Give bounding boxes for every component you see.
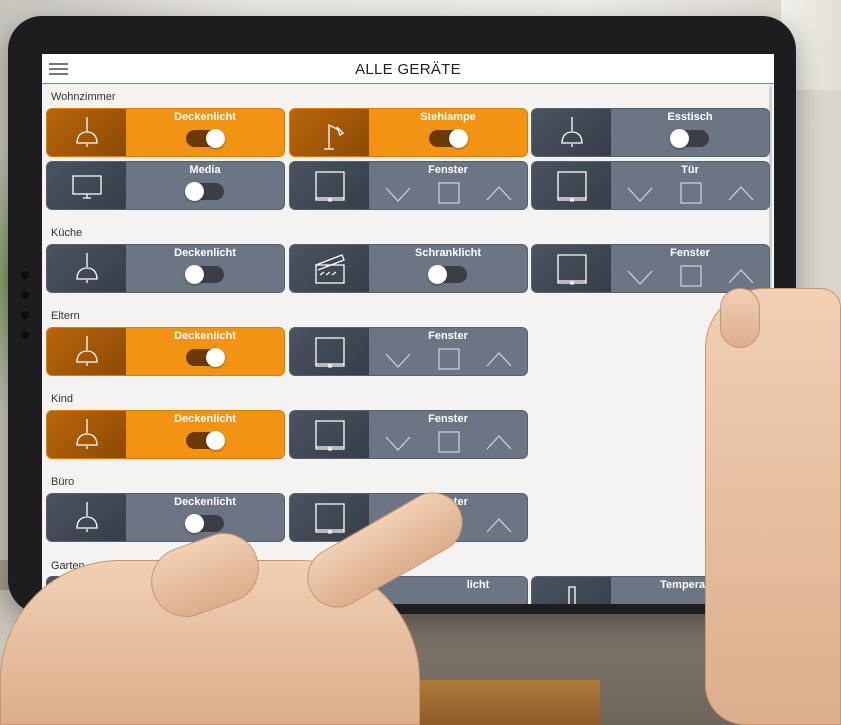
section-title-kind: Kind [51, 393, 74, 405]
camera-dot [21, 331, 29, 339]
window-icon [290, 162, 369, 209]
chevron-down-icon[interactable] [625, 263, 655, 289]
ceiling-lamp-icon [47, 245, 126, 292]
device-label: Deckenlicht [174, 496, 236, 508]
section-title-eltern: Eltern [51, 310, 80, 322]
floor-lamp-icon [290, 109, 369, 156]
ceiling-lamp-icon [47, 411, 126, 458]
device-toggle[interactable] [185, 182, 224, 201]
device-toggle[interactable] [186, 431, 225, 450]
device-label: Fenster [428, 330, 468, 342]
device-label: Schranklicht [414, 247, 482, 259]
device-tile-buero-deckenlicht[interactable]: Deckenlicht [46, 493, 285, 542]
blind-tile-eltern-fenster[interactable]: Fenster [289, 327, 528, 376]
thermometer-icon [532, 577, 611, 604]
device-label: Deckenlicht [174, 413, 236, 425]
device-tile-kind-deckenlicht[interactable]: Deckenlicht [46, 410, 285, 459]
app-header: ALLE GERÄTE [42, 54, 774, 84]
device-label: Deckenlicht [174, 111, 236, 123]
section-title-wohnzimmer: Wohnzimmer [51, 91, 116, 103]
blind-tile-kueche-fenster[interactable]: Fenster [531, 244, 770, 293]
chevron-up-icon[interactable] [726, 180, 756, 206]
device-label: Deckenlicht [174, 247, 236, 259]
chevron-up-icon[interactable] [726, 263, 756, 289]
device-tile-kueche-deckenlicht[interactable]: Deckenlicht [46, 244, 285, 293]
camera-dot [21, 271, 29, 279]
device-label: Fenster [428, 164, 468, 176]
tv-icon [47, 162, 126, 209]
device-tile-kueche-schranklicht[interactable]: Schranklicht [289, 244, 528, 293]
ceiling-lamp-icon [47, 328, 126, 375]
stop-square-icon[interactable] [434, 346, 464, 372]
device-tile-eltern-deckenlicht[interactable]: Deckenlicht [46, 327, 285, 376]
cabinet-light-icon [290, 245, 369, 292]
page-title: ALLE GERÄTE [355, 61, 461, 78]
chevron-down-icon[interactable] [625, 180, 655, 206]
section-title-kueche: Küche [51, 227, 83, 239]
device-tile-wohnzimmer-media[interactable]: Media [46, 161, 285, 210]
camera-dot [21, 291, 29, 299]
ceiling-lamp-icon [47, 494, 126, 541]
chevron-up-icon[interactable] [484, 180, 514, 206]
device-tile-wohnzimmer-stehlampe[interactable]: Stehlampe [289, 108, 528, 157]
chevron-down-icon[interactable] [383, 429, 413, 455]
right-hand [705, 288, 841, 725]
device-label: Deckenlicht [174, 330, 236, 342]
right-thumb [720, 288, 760, 348]
device-toggle[interactable] [670, 129, 709, 148]
ceiling-lamp-icon [47, 109, 126, 156]
stop-square-icon[interactable] [676, 180, 706, 206]
device-toggle[interactable] [428, 265, 467, 284]
device-toggle[interactable] [186, 129, 225, 148]
device-label: Stehlampe [420, 111, 476, 123]
blind-tile-wohnzimmer-fenster[interactable]: Fenster [289, 161, 528, 210]
window-icon [532, 162, 611, 209]
chevron-up-icon[interactable] [484, 346, 514, 372]
device-label: licht [466, 579, 490, 591]
blind-tile-wohnzimmer-tuer[interactable]: Tür [531, 161, 770, 210]
device-label: Media [189, 164, 221, 176]
window-icon [290, 411, 369, 458]
device-toggle[interactable] [186, 348, 225, 367]
chevron-down-icon[interactable] [383, 346, 413, 372]
chevron-up-icon[interactable] [484, 512, 514, 538]
device-toggle[interactable] [429, 129, 468, 148]
device-tile-wohnzimmer-esstisch[interactable]: Esstisch [531, 108, 770, 157]
device-label: Fenster [670, 247, 710, 259]
window-icon [532, 245, 611, 292]
section-title-buero: Büro [51, 476, 75, 488]
device-label: Esstisch [667, 111, 713, 123]
device-toggle[interactable] [185, 514, 224, 533]
stop-square-icon[interactable] [434, 429, 464, 455]
stop-square-icon[interactable] [676, 263, 706, 289]
ceiling-lamp-icon [532, 109, 611, 156]
window-icon [290, 328, 369, 375]
device-toggle[interactable] [185, 265, 224, 284]
chevron-up-icon[interactable] [484, 429, 514, 455]
stop-square-icon[interactable] [434, 180, 464, 206]
device-label: Tür [681, 164, 699, 176]
device-label: Fenster [428, 413, 468, 425]
blind-tile-kind-fenster[interactable]: Fenster [289, 410, 528, 459]
chevron-down-icon[interactable] [383, 180, 413, 206]
camera-dot [21, 311, 29, 319]
device-tile-wohnzimmer-deckenlicht[interactable]: Deckenlicht [46, 108, 285, 157]
